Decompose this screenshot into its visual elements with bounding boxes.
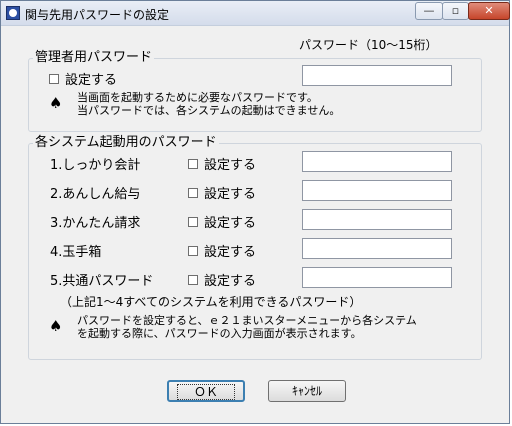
system-row-label: 5.共通パスワード: [50, 274, 154, 289]
checkbox-box[interactable]: [188, 216, 198, 227]
admin-password-input[interactable]: [302, 65, 452, 86]
checkbox-box[interactable]: [188, 158, 198, 169]
checkbox-label: 設定する: [204, 274, 257, 289]
system-password-input[interactable]: [302, 180, 452, 201]
dialog-content: パスワード（10～15桁） 管理者用パスワード 設定する ♠ 当画面を起動するた…: [1, 26, 509, 423]
maximize-icon: ▫: [451, 4, 460, 17]
dialog-window: 関与先用パスワードの設定 — ▫ ✕ パスワード（10～15桁） 管理者用パスワ…: [0, 0, 510, 424]
system-password-input[interactable]: [302, 267, 452, 288]
admin-note-line1: 当画面を起動するために必要なパスワードです。: [77, 91, 318, 104]
close-button[interactable]: ✕: [468, 2, 510, 20]
checkbox-label: 設定する: [204, 245, 257, 260]
checkbox-box[interactable]: [49, 73, 59, 84]
system-row-label: 2.あんしん給与: [50, 187, 141, 202]
system-note-line2: を起動する際に、パスワードの入力画面が表示されます。: [77, 327, 362, 340]
system-row-label: 1.しっかり会計: [50, 158, 141, 173]
system-password-input[interactable]: [302, 238, 452, 259]
password-length-hint: パスワード（10～15桁）: [299, 38, 438, 52]
title-bar[interactable]: 関与先用パスワードの設定 — ▫ ✕: [1, 1, 510, 26]
system-row-label: 4.玉手箱: [50, 245, 102, 260]
system-enable-checkbox[interactable]: 設定する: [188, 270, 256, 289]
minimize-button[interactable]: —: [415, 2, 443, 20]
system-enable-checkbox[interactable]: 設定する: [188, 183, 256, 202]
ok-button-label: ＯＫ: [176, 384, 235, 400]
spade-icon: ♠: [49, 317, 63, 335]
window-title: 関与先用パスワードの設定: [25, 8, 170, 22]
checkbox-box[interactable]: [188, 245, 198, 256]
admin-note-line2: 当パスワードでは、各システムの起動はできません。: [77, 104, 341, 117]
system-password-input[interactable]: [302, 151, 452, 172]
system-enable-checkbox[interactable]: 設定する: [188, 154, 256, 173]
admin-enable-checkbox[interactable]: 設定する: [49, 69, 117, 88]
system-enable-checkbox[interactable]: 設定する: [188, 241, 256, 260]
ok-button[interactable]: ＯＫ: [167, 380, 245, 402]
app-icon: [6, 6, 20, 20]
maximize-button[interactable]: ▫: [442, 2, 469, 20]
checkbox-label: 設定する: [204, 158, 257, 173]
checkbox-box[interactable]: [188, 274, 198, 285]
system-group-title: 各システム起動用のパスワード: [33, 135, 219, 151]
system-password-input[interactable]: [302, 209, 452, 230]
system-enable-checkbox[interactable]: 設定する: [188, 212, 256, 231]
checkbox-label: 設定する: [204, 187, 257, 202]
cancel-button[interactable]: ｷｬﾝｾﾙ: [268, 380, 346, 402]
spade-icon: ♠: [49, 94, 63, 112]
checkbox-box[interactable]: [188, 187, 198, 198]
common-password-note: （上記1～4すべてのシステムを利用できるパスワード）: [60, 295, 362, 309]
close-icon: ✕: [484, 4, 494, 17]
system-note-line1: パスワードを設定すると、ｅ２１まいスターメニューから各システム: [77, 314, 417, 327]
minimize-icon: —: [423, 4, 435, 17]
checkbox-label: 設定する: [204, 216, 257, 231]
admin-group-title: 管理者用パスワード: [33, 50, 155, 66]
system-row-label: 3.かんたん請求: [50, 216, 141, 231]
checkbox-label: 設定する: [65, 73, 118, 88]
